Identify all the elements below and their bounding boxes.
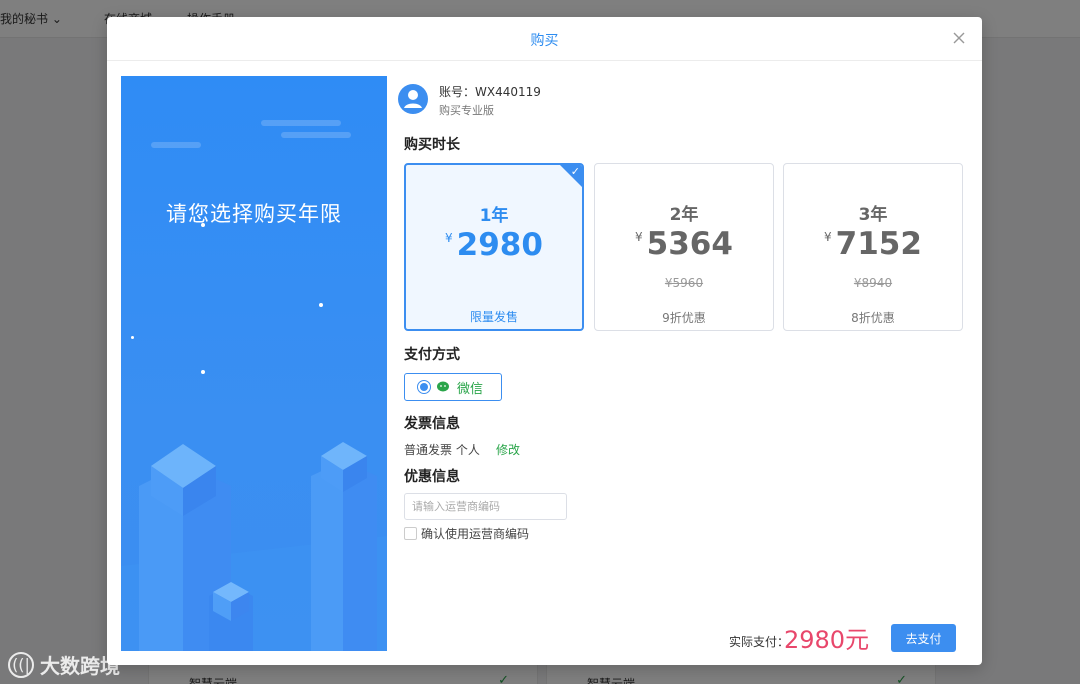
purchase-modal: 购买 请您选择购买年限 账号：WX440119 购买专业版 购买时长 ✓ 1年 … <box>107 17 982 665</box>
banner-decoration <box>151 142 201 148</box>
plan-price-value: 5364 <box>646 226 733 262</box>
operator-code-input[interactable] <box>404 493 567 520</box>
banner-decoration <box>261 120 341 126</box>
plan-tag: 8折优惠 <box>851 311 895 325</box>
confirm-code-checkbox[interactable]: 确认使用运营商编码 <box>404 525 529 542</box>
banner-decoration <box>281 132 351 138</box>
plan-price: ¥5364 <box>595 226 773 262</box>
account-id: 账号：WX440119 <box>439 85 541 99</box>
modal-header: 购买 <box>107 17 982 61</box>
banner-star <box>131 336 134 339</box>
banner-star <box>201 370 205 374</box>
total-amount: 2980元 <box>784 626 870 654</box>
radio-dot <box>420 383 428 391</box>
plan-price: ¥2980 <box>406 227 582 263</box>
plan-years: 2年 <box>669 205 699 225</box>
checkbox[interactable] <box>404 527 417 540</box>
watermark: ((| 大数跨境 <box>8 650 120 679</box>
invoice-text: 普通发票 个人 <box>404 443 480 457</box>
invoice-edit-link[interactable]: 修改 <box>496 441 520 458</box>
currency-symbol: ¥ <box>445 231 453 245</box>
duration-title: 购买时长 <box>404 137 460 153</box>
payment-title: 支付方式 <box>404 347 460 363</box>
plan-original-price: ¥8940 <box>853 276 893 290</box>
plan-original-price: ¥5960 <box>664 276 704 290</box>
banner-star <box>319 303 323 307</box>
plan-tag: 限量发售 <box>469 310 518 324</box>
plan-2-year[interactable]: 2年 ¥5364 ¥5960 9折优惠 <box>594 163 774 331</box>
wechat-icon <box>437 381 449 392</box>
banner-headline: 请您选择购买年限 <box>166 202 342 226</box>
plan-1-year[interactable]: ✓ 1年 ¥2980 限量发售 <box>404 163 584 331</box>
pay-button[interactable]: 去支付 <box>891 624 956 652</box>
wechat-pay-option[interactable]: 微信 <box>404 373 502 401</box>
user-avatar-icon <box>398 84 428 114</box>
coupon-title: 优惠信息 <box>404 469 460 485</box>
wechat-label: 微信 <box>457 381 484 397</box>
plan-years: 3年 <box>858 205 888 225</box>
plan-years: 1年 <box>479 206 509 226</box>
plan-price-value: 7152 <box>835 226 922 262</box>
plan-tag: 9折优惠 <box>662 311 706 325</box>
invoice-title: 发票信息 <box>404 416 460 432</box>
watermark-logo-icon: ((| <box>8 651 34 678</box>
currency-symbol: ¥ <box>824 230 832 244</box>
plan-price-value: 2980 <box>456 227 543 263</box>
modal-title: 购买 <box>530 33 559 49</box>
plan-3-year[interactable]: 3年 ¥7152 ¥8940 8折优惠 <box>783 163 963 331</box>
radio-button[interactable] <box>417 380 431 394</box>
confirm-code-label: 确认使用运营商编码 <box>421 527 530 541</box>
close-icon[interactable] <box>948 27 970 49</box>
city-buildings-illustration <box>121 442 387 651</box>
account-subtitle: 购买专业版 <box>439 104 494 117</box>
plan-price: ¥7152 <box>784 226 962 262</box>
currency-symbol: ¥ <box>635 230 643 244</box>
promo-banner: 请您选择购买年限 <box>121 76 387 651</box>
total-label: 实际支付： <box>729 635 790 649</box>
check-icon: ✓ <box>570 165 580 178</box>
